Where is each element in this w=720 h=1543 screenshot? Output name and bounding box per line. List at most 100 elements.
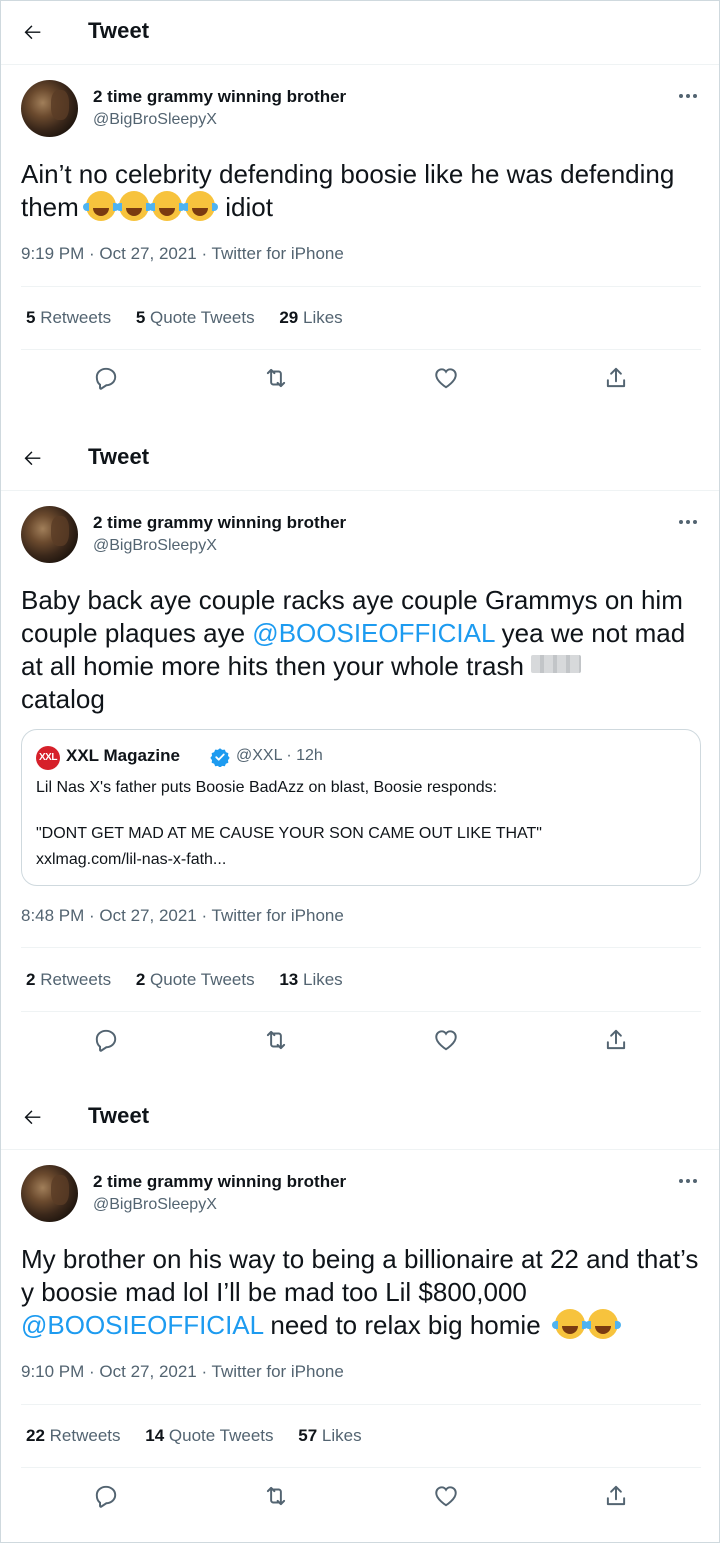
share-icon[interactable] xyxy=(603,1483,629,1509)
mention-link[interactable]: @BOOSIEOFFICIAL xyxy=(252,618,494,648)
retweets-label: Retweets xyxy=(49,1426,121,1445)
divider xyxy=(21,1011,701,1012)
heart-icon[interactable] xyxy=(433,1483,459,1509)
user-handle[interactable]: @BigBroSleepyX xyxy=(93,111,217,129)
arrow-left-icon[interactable] xyxy=(22,447,44,469)
retweets-stat[interactable]: 22 Retweets xyxy=(26,1426,121,1445)
quoted-text-line: Lil Nas X's father puts Boosie BadAzz on… xyxy=(36,779,498,796)
quote-tweets-label: Quote Tweets xyxy=(150,308,255,327)
user-handle[interactable]: @BigBroSleepyX xyxy=(93,537,217,555)
tweet-header: Tweet xyxy=(1,1086,719,1150)
retweet-icon[interactable] xyxy=(263,1483,289,1509)
retweets-stat[interactable]: 5 Retweets xyxy=(26,308,111,327)
arrow-left-icon[interactable] xyxy=(22,1106,44,1128)
page-title: Tweet xyxy=(88,1103,150,1128)
reply-icon[interactable] xyxy=(93,365,119,391)
tweet-text-part: catalog xyxy=(21,684,105,714)
face-with-tears-of-joy-icon xyxy=(182,191,219,221)
face-with-tears-of-joy-icon xyxy=(552,1309,589,1339)
quoted-text-line: "DONT GET MAD AT ME CAUSE YOUR SON CAME … xyxy=(36,825,542,842)
retweets-count: 5 xyxy=(26,308,36,327)
user-handle[interactable]: @BigBroSleepyX xyxy=(93,1196,217,1214)
quote-tweets-label: Quote Tweets xyxy=(150,970,255,989)
tweet-timestamp[interactable]: 9:19 PM · Oct 27, 2021 · Twitter for iPh… xyxy=(21,244,344,264)
quoted-user-handle: @XXL · 12h xyxy=(236,747,323,764)
tweet-text: Baby back aye couple racks aye couple Gr… xyxy=(21,584,701,716)
quote-tweets-stat[interactable]: 5 Quote Tweets xyxy=(136,308,255,327)
divider xyxy=(21,286,701,287)
retweet-icon[interactable] xyxy=(263,1027,289,1053)
screenshot-frame: Tweet 2 time grammy winning brother @Big… xyxy=(0,0,720,1543)
likes-count: 13 xyxy=(279,970,299,989)
share-icon[interactable] xyxy=(603,365,629,391)
likes-label: Likes xyxy=(303,970,343,989)
reply-icon[interactable] xyxy=(93,1483,119,1509)
more-horizontal-icon[interactable] xyxy=(677,516,699,528)
divider xyxy=(21,1467,701,1468)
page-title: Tweet xyxy=(88,444,150,469)
tweet-text-part: need to relax big homie xyxy=(270,1310,541,1340)
more-horizontal-icon[interactable] xyxy=(677,1175,699,1187)
tweet-3: Tweet 2 time grammy winning brother @Big… xyxy=(1,1086,719,1542)
face-with-tears-of-joy-icon xyxy=(149,191,186,221)
retweet-icon[interactable] xyxy=(263,365,289,391)
mention-link[interactable]: @BOOSIEOFFICIAL xyxy=(21,1310,263,1340)
quoted-user-name: XXL Magazine xyxy=(66,746,180,765)
more-horizontal-icon[interactable] xyxy=(677,90,699,102)
divider xyxy=(21,349,701,350)
quote-tweets-count: 2 xyxy=(135,970,146,989)
quote-tweets-count: 5 xyxy=(135,308,146,327)
arrow-left-icon[interactable] xyxy=(22,21,44,43)
tweet-text: My brother on his way to being a billion… xyxy=(21,1243,701,1342)
tweet-stats: 2 Retweets 2 Quote Tweets 13 Likes xyxy=(26,970,363,990)
tweet-stats: 22 Retweets 14 Quote Tweets 57 Likes xyxy=(26,1426,382,1446)
retweets-count: 22 xyxy=(26,1426,45,1445)
likes-count: 29 xyxy=(279,308,299,327)
likes-stat[interactable]: 57 Likes xyxy=(298,1426,361,1445)
tweet-header: Tweet xyxy=(1,427,719,491)
tweet-text: Ain’t no celebrity defending boosie like… xyxy=(21,158,701,224)
tweet-timestamp[interactable]: 9:10 PM · Oct 27, 2021 · Twitter for iPh… xyxy=(21,1362,344,1382)
quote-tweets-stat[interactable]: 2 Quote Tweets xyxy=(136,970,255,989)
quote-tweets-count: 14 xyxy=(145,1426,165,1445)
heart-icon[interactable] xyxy=(433,1027,459,1053)
tweet-stats: 5 Retweets 5 Quote Tweets 29 Likes xyxy=(26,308,363,328)
likes-label: Likes xyxy=(321,1426,362,1445)
tweet-text-part: Ain’t no celebrity defending boosie like… xyxy=(21,159,675,222)
quoted-link[interactable]: xxlmag.com/lil-nas-x-fath... xyxy=(36,851,226,869)
retweets-stat[interactable]: 2 Retweets xyxy=(26,970,111,989)
avatar[interactable] xyxy=(21,506,78,563)
divider xyxy=(21,1404,701,1405)
page-title: Tweet xyxy=(88,18,150,43)
likes-stat[interactable]: 13 Likes xyxy=(279,970,342,989)
avatar[interactable] xyxy=(21,1165,78,1222)
face-with-tears-of-joy-icon xyxy=(116,191,153,221)
user-name[interactable]: 2 time grammy winning brother xyxy=(93,1172,346,1192)
quote-tweets-stat[interactable]: 14 Quote Tweets xyxy=(145,1426,273,1445)
tweet-1: Tweet 2 time grammy winning brother @Big… xyxy=(1,1,719,406)
divider xyxy=(21,947,701,948)
likes-count: 57 xyxy=(298,1426,318,1445)
reply-icon[interactable] xyxy=(93,1027,119,1053)
tweet-timestamp[interactable]: 8:48 PM · Oct 27, 2021 · Twitter for iPh… xyxy=(21,906,344,926)
retweets-count: 2 xyxy=(26,970,36,989)
retweets-label: Retweets xyxy=(40,970,112,989)
user-name[interactable]: 2 time grammy winning brother xyxy=(93,87,346,107)
tweet-actions xyxy=(1,1483,719,1513)
avatar[interactable] xyxy=(21,80,78,137)
share-icon[interactable] xyxy=(603,1027,629,1053)
tweet-2: Tweet 2 time grammy winning brother @Big… xyxy=(1,427,719,1067)
tweet-text-part: My brother on his way to being a billion… xyxy=(21,1244,699,1307)
quoted-tweet-card[interactable]: XXL XXL Magazine @XXL · 12h Lil Nas X's … xyxy=(21,729,701,886)
censored-word xyxy=(531,655,582,673)
heart-icon[interactable] xyxy=(433,365,459,391)
retweets-label: Retweets xyxy=(40,308,112,327)
face-with-tears-of-joy-icon xyxy=(83,191,120,221)
xxl-logo-avatar: XXL xyxy=(36,746,60,770)
tweet-header: Tweet xyxy=(1,1,719,65)
tweet-text-part: idiot xyxy=(225,192,273,222)
user-name[interactable]: 2 time grammy winning brother xyxy=(93,513,346,533)
likes-label: Likes xyxy=(303,308,343,327)
quote-tweets-label: Quote Tweets xyxy=(168,1426,274,1445)
likes-stat[interactable]: 29 Likes xyxy=(279,308,342,327)
